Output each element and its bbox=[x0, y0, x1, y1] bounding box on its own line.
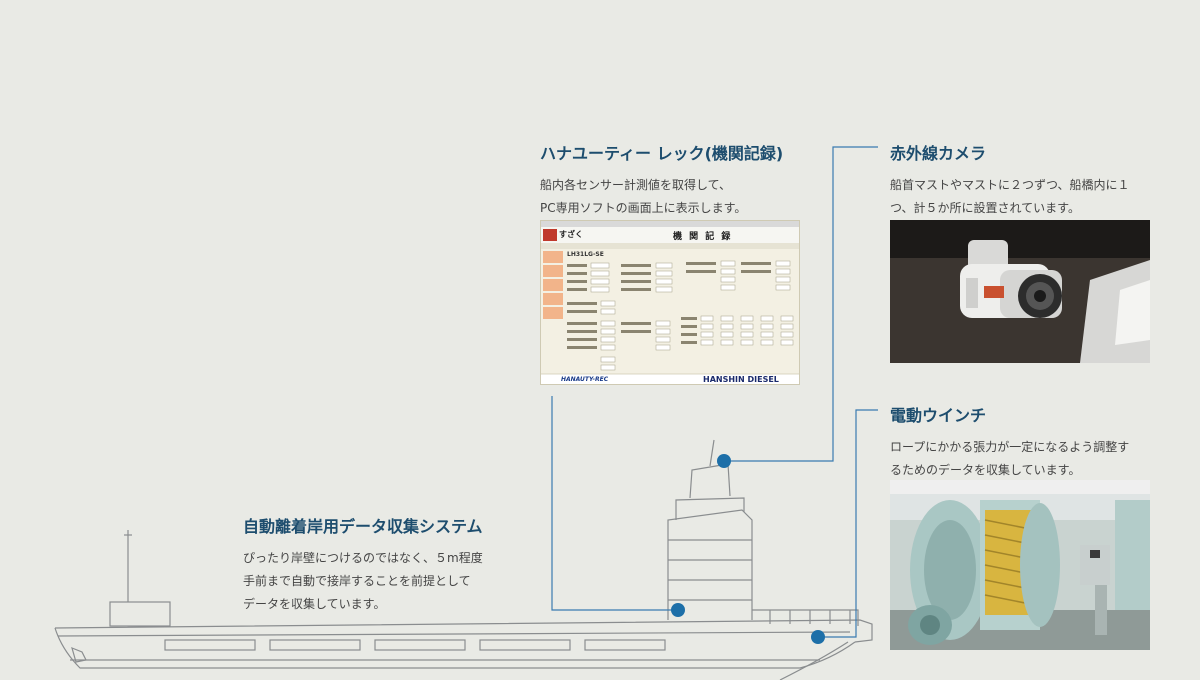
software-engine-model: LH31LG-SE bbox=[567, 251, 604, 258]
winch-illustration bbox=[890, 480, 1150, 650]
camera-illustration bbox=[890, 220, 1150, 363]
hanauty-software-screenshot: すざく 機 関 記 録 LH31LG-SE HANAUTY-REC HANSHI… bbox=[540, 220, 800, 385]
section-winch: 電動ウインチ ロープにかかる張力が一定になるよう調整す るためのデータを収集して… bbox=[890, 402, 1158, 482]
sensor-dot-engine bbox=[671, 603, 685, 617]
section-body: 船内各センサー計測値を取得して、 PC専用ソフトの画面上に表示します。 bbox=[540, 178, 747, 215]
connector-hanauty bbox=[551, 396, 678, 611]
software-logo-text: すざく bbox=[559, 230, 583, 239]
software-footer-right: HANSHIN DIESEL bbox=[703, 375, 779, 384]
software-header-title: 機 関 記 録 bbox=[673, 232, 733, 242]
ship-logo-icon bbox=[543, 229, 557, 241]
section-title: 赤外線カメラ bbox=[890, 144, 987, 163]
section-body: 船首マストやマストに２つずつ、船橋内に１ つ、計５か所に設置されています。 bbox=[890, 178, 1130, 215]
section-body: ぴったり岸壁につけるのではなく、５m程度 手前まで自動で接岸することを前提として… bbox=[243, 551, 483, 611]
section-title: ハナユーティー レック(機関記録) bbox=[540, 144, 784, 163]
section-berthing: 自動離着岸用データ収集システム ぴったり岸壁につけるのではなく、５m程度 手前ま… bbox=[243, 513, 533, 616]
sensor-dot-mast bbox=[717, 454, 731, 468]
infrared-camera-photo bbox=[890, 220, 1150, 363]
software-window bbox=[541, 221, 799, 384]
section-camera: 赤外線カメラ 船首マストやマストに２つずつ、船橋内に１ つ、計５か所に設置されて… bbox=[890, 140, 1158, 220]
connector-winch bbox=[818, 409, 878, 638]
section-hanauty: ハナユーティー レック(機関記録) 船内各センサー計測値を取得して、 PC専用ソ… bbox=[540, 140, 830, 220]
section-body: ロープにかかる張力が一定になるよう調整す るためのデータを収集しています。 bbox=[890, 440, 1130, 477]
electric-winch-photo bbox=[890, 480, 1150, 650]
section-title: 電動ウインチ bbox=[890, 406, 987, 425]
software-footer-left: HANAUTY-REC bbox=[561, 376, 609, 383]
infographic-stage: ハナユーティー レック(機関記録) 船内各センサー計測値を取得して、 PC専用ソ… bbox=[0, 0, 1200, 680]
section-title: 自動離着岸用データ収集システム bbox=[243, 517, 483, 536]
sensor-dot-winch bbox=[811, 630, 825, 644]
